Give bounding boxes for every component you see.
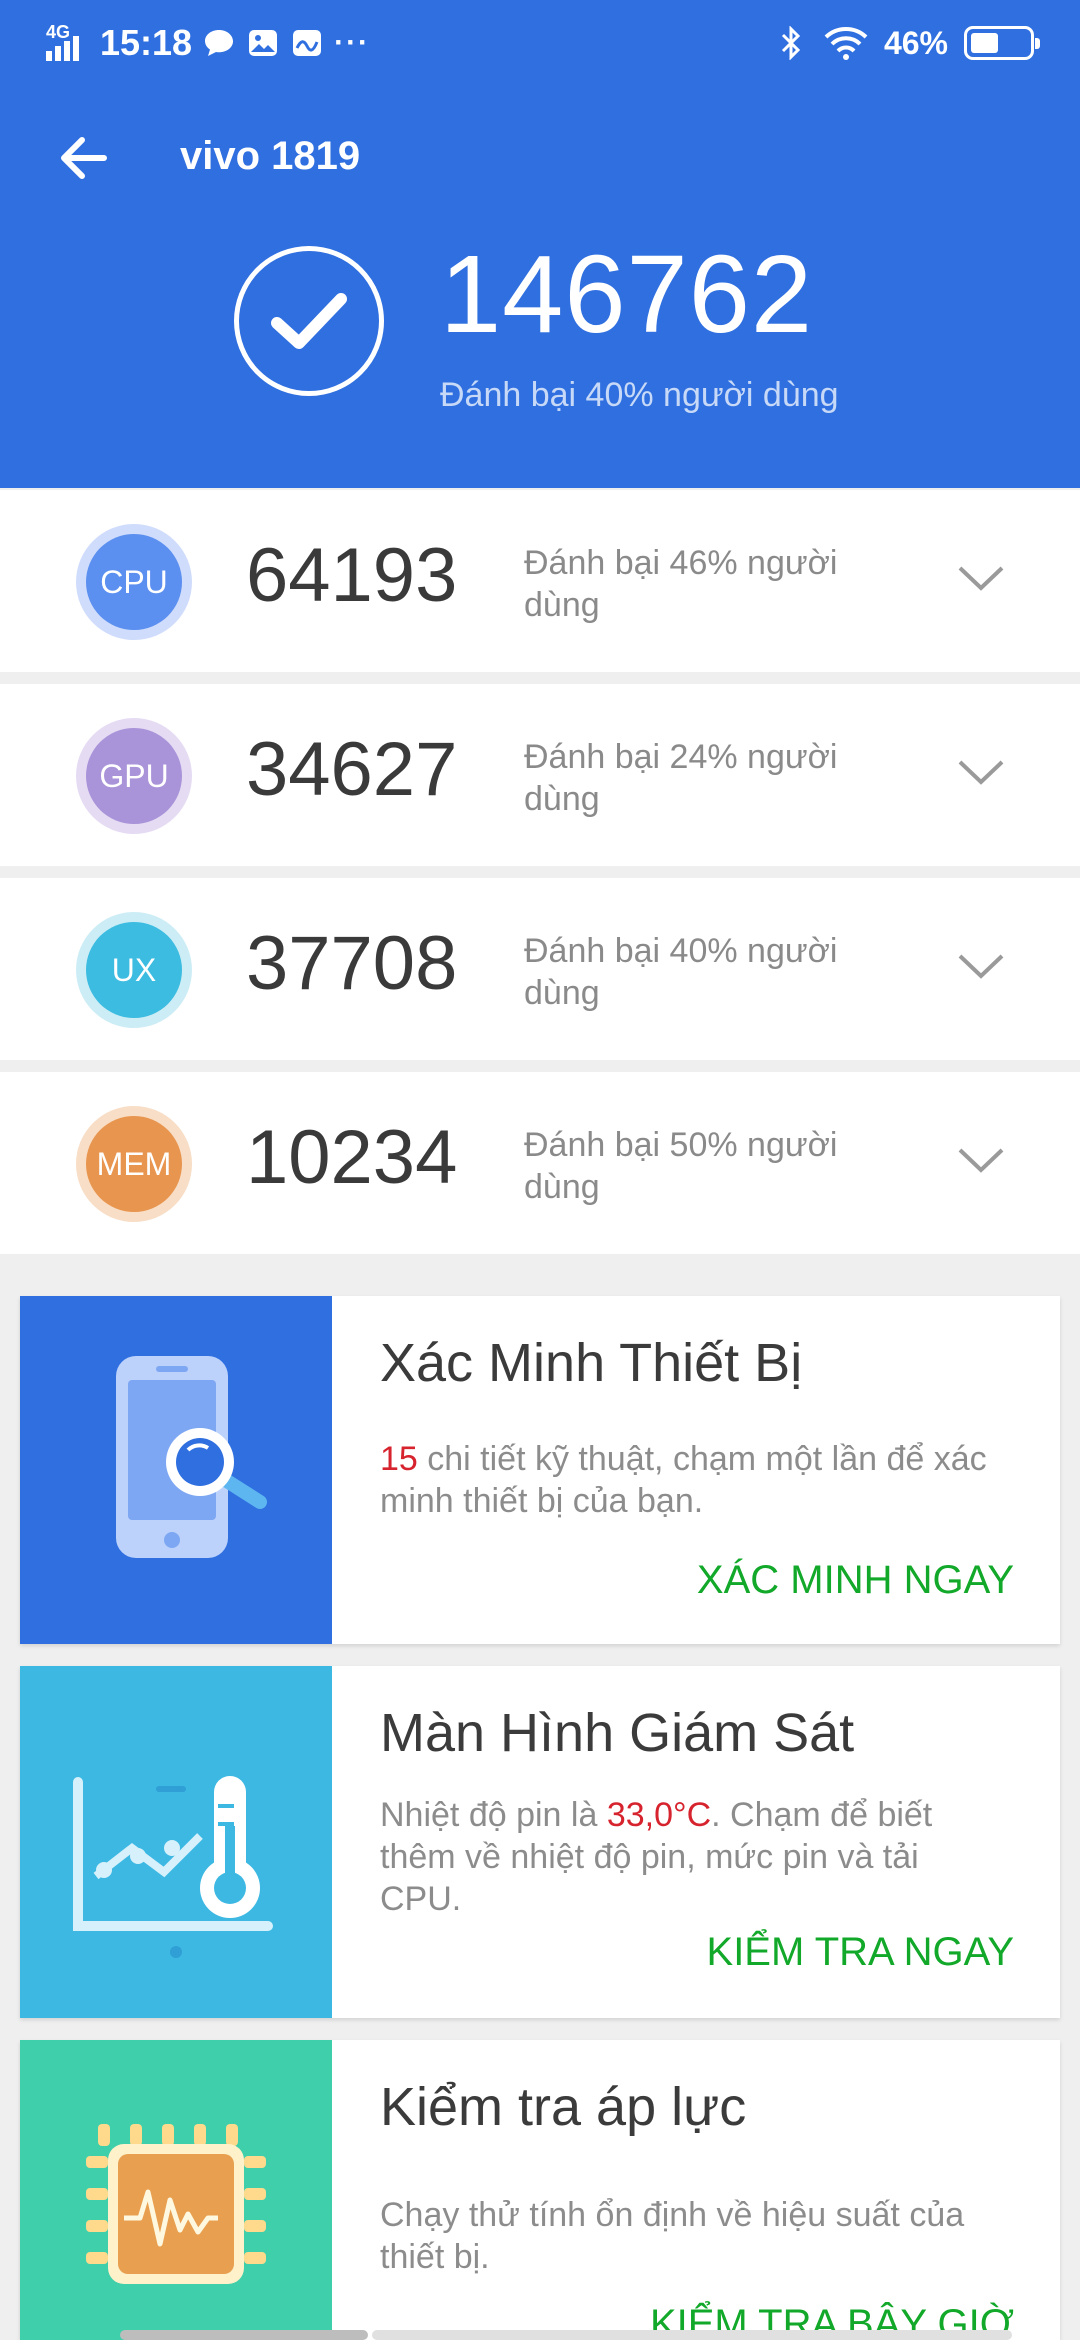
more-notifications-icon: ··· [334, 26, 371, 59]
bluetooth-icon [774, 26, 808, 60]
phone-search-icon [20, 1296, 332, 1644]
photo-icon [290, 26, 324, 60]
chevron-down-icon[interactable] [956, 558, 1006, 598]
verify-spec-count: 15 [380, 1440, 418, 1478]
total-score: 146762 [440, 233, 814, 356]
gpu-badge: GPU [76, 718, 192, 834]
scroll-indicator [120, 2330, 368, 2340]
mem-badge: MEM [76, 1106, 192, 1222]
ux-badge-label: UX [86, 922, 182, 1018]
score-row-gpu[interactable]: GPU 34627 Đánh bại 24% người dùng [0, 684, 1080, 866]
stress-card-title: Kiểm tra áp lực [380, 2077, 747, 2137]
device-name: vivo 1819 [180, 134, 361, 178]
monitor-card-title: Màn Hình Giám Sát [380, 1703, 855, 1763]
verify-card-title: Xác Minh Thiết Bị [380, 1333, 803, 1393]
battery-temperature: 33,0°C [606, 1796, 712, 1834]
ux-beat-text: Đánh bại 40% người dùng [524, 932, 838, 1012]
ux-badge: UX [76, 912, 192, 1028]
stress-test-card[interactable]: Kiểm tra áp lực Chạy thử tính ổn định về… [20, 2040, 1060, 2340]
ux-score: 37708 [246, 921, 458, 1006]
check-now-button[interactable]: KIỂM TRA NGAY [707, 1930, 1014, 1975]
monitor-card-description: Nhiệt độ pin là 33,0°C. Chạm để biết thê… [380, 1794, 1000, 1920]
mem-score: 10234 [246, 1115, 458, 1200]
mem-beat-text: Đánh bại 50% người dùng [524, 1126, 838, 1206]
check-icon [234, 246, 384, 396]
battery-percent: 46% [883, 24, 948, 61]
gallery-icon [246, 26, 280, 60]
gpu-score: 34627 [246, 727, 458, 812]
back-button[interactable] [54, 128, 114, 188]
mem-badge-label: MEM [86, 1116, 182, 1212]
scroll-track [372, 2330, 1012, 2340]
chevron-down-icon[interactable] [956, 1140, 1006, 1180]
cpu-score: 64193 [246, 533, 458, 618]
score-row-mem[interactable]: MEM 10234 Đánh bại 50% người dùng [0, 1072, 1080, 1254]
cpu-badge: CPU [76, 524, 192, 640]
verify-card-description: 15 chi tiết kỹ thuật, chạm một lần để xá… [380, 1438, 1000, 1522]
stress-card-description: Chạy thử tính ổn định về hiệu suất của t… [380, 2196, 965, 2276]
chip-pulse-icon [20, 2040, 332, 2340]
cpu-beat-text: Đánh bại 46% người dùng [524, 544, 838, 624]
monitor-card[interactable]: Màn Hình Giám Sát Nhiệt độ pin là 33,0°C… [20, 1666, 1060, 2018]
monitor-desc-pre: Nhiệt độ pin là [380, 1796, 607, 1834]
message-icon [202, 26, 236, 60]
status-bar: 4G 15:18 ··· 46% [0, 0, 1080, 84]
gpu-beat-text: Đánh bại 24% người dùng [524, 738, 838, 818]
chevron-down-icon[interactable] [956, 752, 1006, 792]
score-row-cpu[interactable]: CPU 64193 Đánh bại 46% người dùng [0, 490, 1080, 672]
battery-icon [964, 26, 1040, 60]
wifi-icon [824, 26, 868, 60]
status-time: 15:18 [100, 22, 193, 63]
score-row-ux[interactable]: UX 37708 Đánh bại 40% người dùng [0, 878, 1080, 1060]
header: 4G 15:18 ··· 46% vivo 1819 146762 Đánh b… [0, 0, 1080, 488]
verify-desc-text: chi tiết kỹ thuật, chạm một lần để xác m… [380, 1440, 987, 1520]
thermometer-chart-icon [20, 1666, 332, 2018]
cpu-badge-label: CPU [86, 534, 182, 630]
verify-device-card[interactable]: Xác Minh Thiết Bị 15 chi tiết kỹ thuật, … [20, 1296, 1060, 1644]
total-beat-text: Đánh bại 40% người dùng [440, 376, 839, 414]
chevron-down-icon[interactable] [956, 946, 1006, 986]
gpu-badge-label: GPU [86, 728, 182, 824]
verify-now-button[interactable]: XÁC MINH NGAY [697, 1558, 1014, 1603]
signal-icon: 4G [46, 23, 90, 63]
